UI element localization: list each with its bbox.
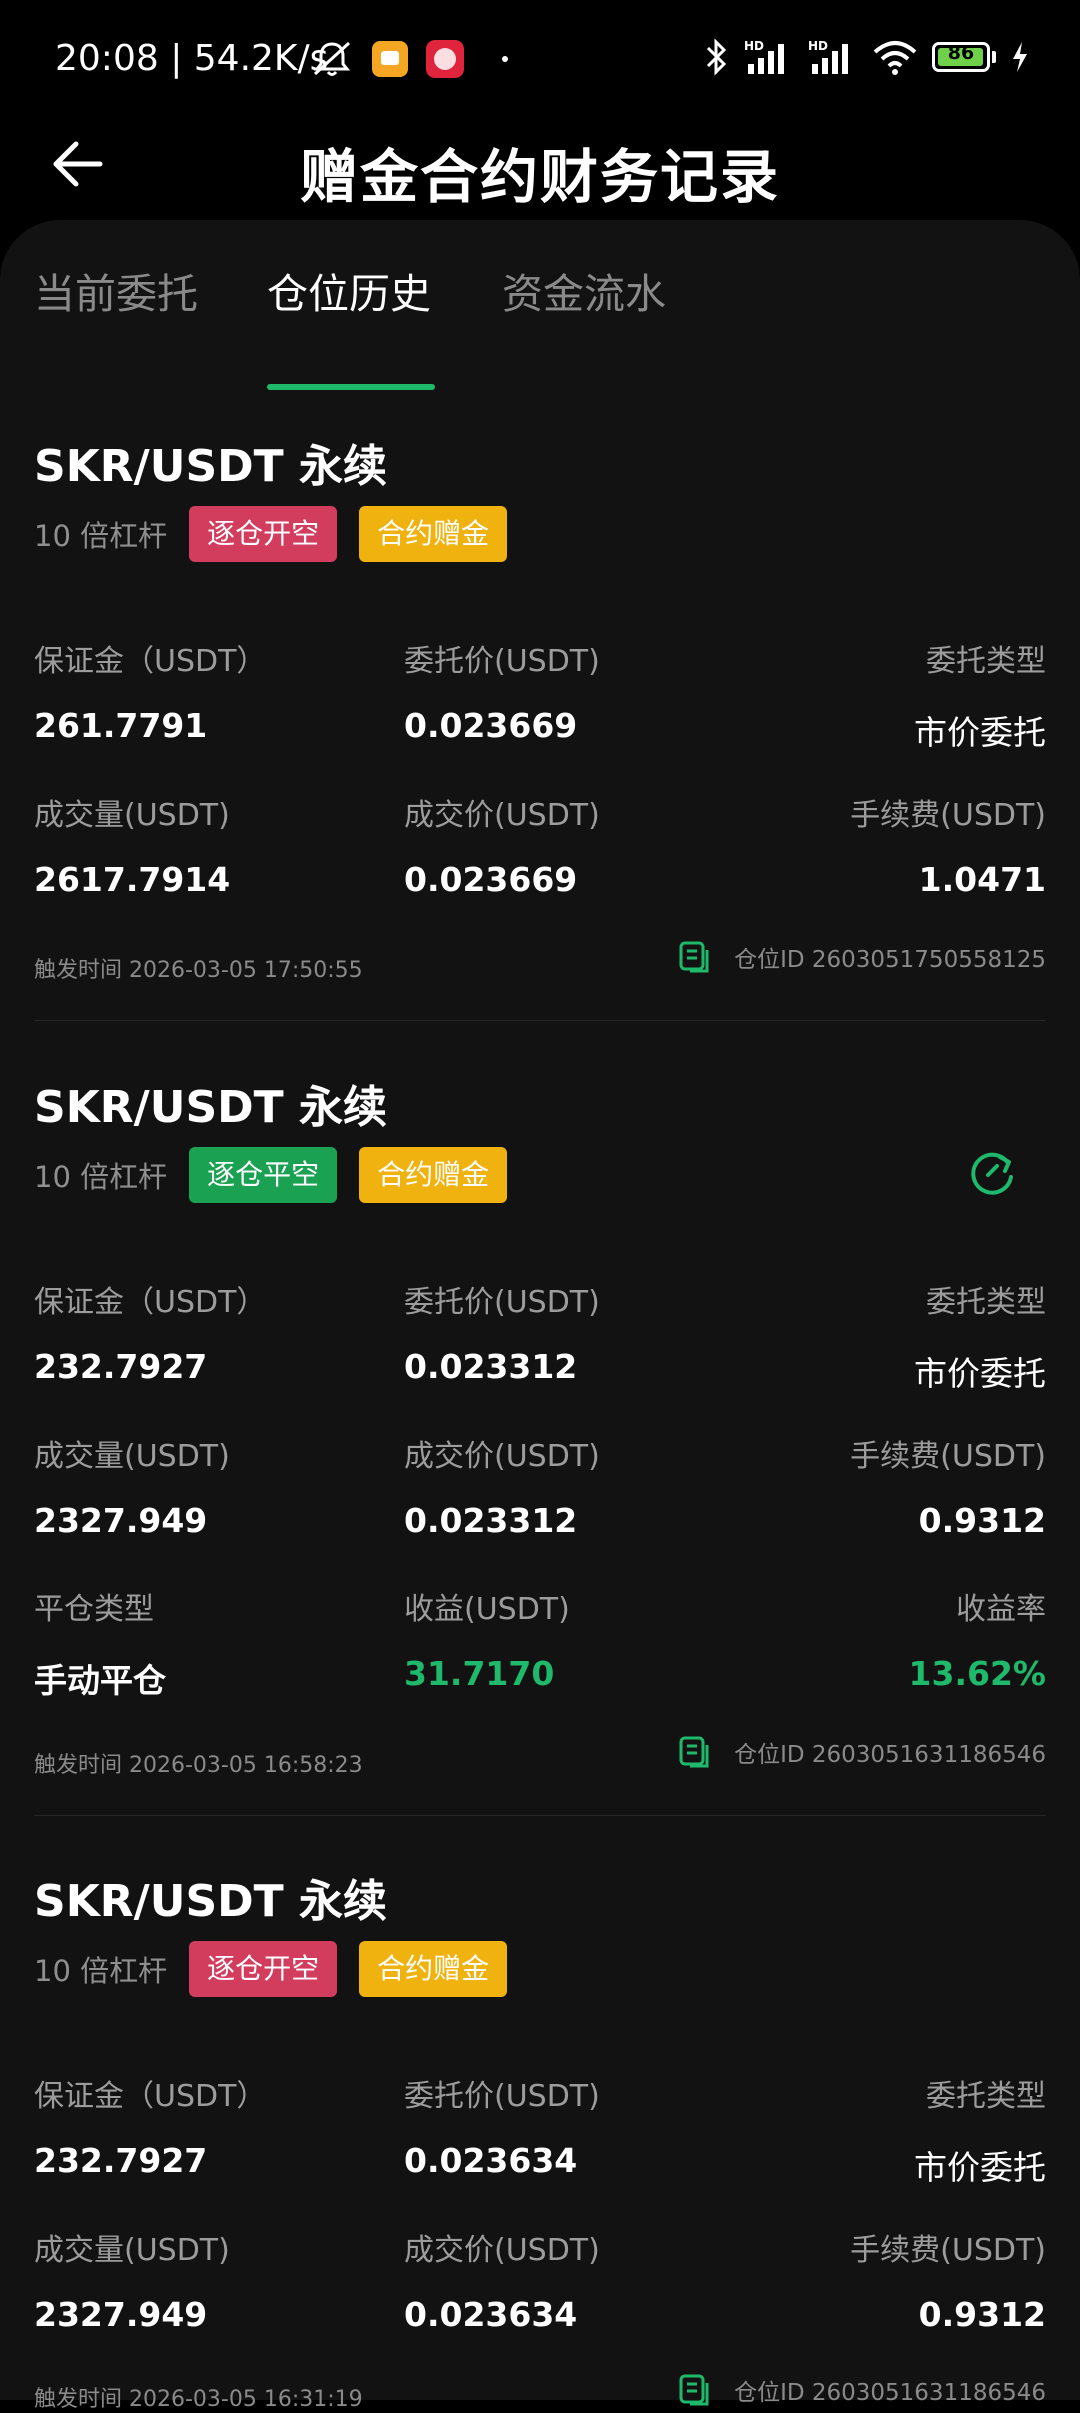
signal-hd-icon: HD — [744, 39, 784, 74]
app-notification-icon — [426, 40, 464, 78]
trigger-time: 触发时间 2026-03-05 16:58:23 — [34, 1753, 363, 1778]
volume-value: 2617.7914 — [34, 860, 231, 899]
order-type-field: 委托类型 市价委托 — [706, 1277, 1046, 1395]
order-type-value: 市价委托 — [914, 1354, 1046, 1393]
charging-icon — [1013, 42, 1027, 72]
order-type-value: 市价委托 — [914, 713, 1046, 752]
position-id-row[interactable]: 仓位ID 2603051631186546 — [678, 2373, 1046, 2407]
position-id-row[interactable]: 仓位ID 2603051750558125 — [678, 940, 1046, 974]
position-id: 仓位ID 2603051631186546 — [734, 2380, 1046, 2406]
trigger-time: 触发时间 2026-03-05 16:31:19 — [34, 2387, 363, 2412]
margin-field: 保证金（USDT） 232.7927 — [34, 2071, 374, 2180]
leverage-label: 10 倍杠杆 — [34, 1160, 168, 1194]
system-icons: HD HD 86 — [704, 38, 1030, 76]
fill-price-value: 0.023669 — [404, 860, 578, 899]
fee-value: 0.9312 — [918, 1501, 1046, 1540]
pair-title: SKR/USDT 永续 — [34, 1876, 388, 1927]
fee-value: 1.0471 — [918, 860, 1046, 899]
fee-field: 手续费(USDT) 0.9312 — [706, 2225, 1046, 2334]
header: 赠金合约财务记录 — [0, 120, 1080, 220]
action-tag: 逐仓开空 — [189, 1941, 338, 1997]
copy-icon[interactable] — [678, 2373, 712, 2407]
app-notification-icon — [372, 41, 408, 77]
wifi-icon — [873, 41, 917, 75]
status-bar: 20:08 | 54.2K/s HD HD 86 — [0, 0, 1080, 120]
bonus-tag: 合约赠金 — [359, 1147, 508, 1203]
volume-field: 成交量(USDT) 2327.949 — [34, 2225, 374, 2334]
share-refresh-icon[interactable] — [964, 1145, 1020, 1201]
copy-icon[interactable] — [678, 940, 712, 974]
pnl-rate-value: 13.62% — [908, 1654, 1046, 1693]
pair-title: SKR/USDT 永续 — [34, 441, 388, 492]
divider — [34, 1815, 1046, 1816]
margin-value: 261.7791 — [34, 706, 208, 745]
volume-value: 2327.949 — [34, 2295, 208, 2334]
svg-text:HD: HD — [808, 39, 828, 53]
close-type-field: 平仓类型 手动平仓 — [34, 1584, 374, 1702]
close-type-value: 手动平仓 — [34, 1661, 166, 1700]
bonus-tag: 合约赠金 — [359, 1941, 508, 1997]
fee-field: 手续费(USDT) 0.9312 — [706, 1431, 1046, 1540]
copy-icon[interactable] — [678, 1735, 712, 1769]
position-id-row[interactable]: 仓位ID 2603051631186546 — [678, 1735, 1046, 1769]
trigger-time: 触发时间 2026-03-05 17:50:55 — [34, 958, 363, 983]
fee-value: 0.9312 — [918, 2295, 1046, 2334]
volume-field: 成交量(USDT) 2617.7914 — [34, 790, 374, 899]
margin-value: 232.7927 — [34, 2141, 208, 2180]
tab-position-history[interactable]: 仓位历史 — [267, 260, 431, 320]
order-price-value: 0.023634 — [404, 2141, 578, 2180]
action-tag: 逐仓平空 — [189, 1147, 338, 1203]
tab-fund-flow[interactable]: 资金流水 — [502, 260, 666, 320]
order-type-field: 委托类型 市价委托 — [706, 636, 1046, 754]
margin-field: 保证金（USDT） 232.7927 — [34, 1277, 374, 1386]
notification-icons — [310, 40, 508, 78]
record-meta: 10 倍杠杆 逐仓平空 合约赠金 — [34, 1147, 529, 1203]
volume-value: 2327.949 — [34, 1501, 208, 1540]
fill-price-value: 0.023312 — [404, 1501, 578, 1540]
position-id: 仓位ID 2603051631186546 — [734, 1742, 1046, 1768]
order-price-field: 委托价(USDT) 0.023312 — [404, 1277, 744, 1386]
mute-bell-icon — [313, 41, 351, 76]
pair-title: SKR/USDT 永续 — [34, 1082, 388, 1133]
pnl-rate-field: 收益率 13.62% — [706, 1584, 1046, 1693]
leverage-label: 10 倍杠杆 — [34, 519, 168, 553]
signal-hd-icon: HD — [808, 39, 848, 74]
margin-value: 232.7927 — [34, 1347, 208, 1386]
active-tab-indicator — [267, 384, 435, 390]
leverage-label: 10 倍杠杆 — [34, 1954, 168, 1988]
battery-level: 86 — [947, 42, 975, 64]
tab-bar: 当前委托 仓位历史 资金流水 — [0, 260, 1080, 390]
page-title: 赠金合约财务记录 — [299, 143, 780, 211]
more-notifications-dot — [502, 56, 508, 62]
action-tag: 逐仓开空 — [189, 506, 338, 562]
fill-price-field: 成交价(USDT) 0.023634 — [404, 2225, 744, 2334]
fee-field: 手续费(USDT) 1.0471 — [706, 790, 1046, 899]
svg-text:HD: HD — [744, 39, 764, 53]
order-price-value: 0.023669 — [404, 706, 578, 745]
record-meta: 10 倍杠杆 逐仓开空 合约赠金 — [34, 506, 529, 562]
order-type-field: 委托类型 市价委托 — [706, 2071, 1046, 2189]
volume-field: 成交量(USDT) 2327.949 — [34, 1431, 374, 1540]
battery-icon: 86 — [932, 42, 990, 72]
bluetooth-icon — [706, 38, 727, 76]
record-meta: 10 倍杠杆 逐仓开空 合约赠金 — [34, 1941, 529, 1997]
content-sheet: 当前委托 仓位历史 资金流水 SKR/USDT 永续 10 倍杠杆 逐仓开空 合… — [0, 220, 1080, 2412]
tab-current-orders[interactable]: 当前委托 — [34, 260, 198, 320]
bonus-tag: 合约赠金 — [359, 506, 508, 562]
position-id: 仓位ID 2603051750558125 — [734, 947, 1046, 973]
fill-price-field: 成交价(USDT) 0.023312 — [404, 1431, 744, 1540]
pnl-value: 31.7170 — [404, 1654, 555, 1693]
fill-price-field: 成交价(USDT) 0.023669 — [404, 790, 744, 899]
order-price-field: 委托价(USDT) 0.023634 — [404, 2071, 744, 2180]
margin-field: 保证金（USDT） 261.7791 — [34, 636, 374, 745]
pnl-field: 收益(USDT) 31.7170 — [404, 1584, 744, 1693]
order-price-value: 0.023312 — [404, 1347, 578, 1386]
order-price-field: 委托价(USDT) 0.023669 — [404, 636, 744, 745]
order-type-value: 市价委托 — [914, 2148, 1046, 2187]
fill-price-value: 0.023634 — [404, 2295, 578, 2334]
divider — [34, 1020, 1046, 1021]
status-time: 20:08 | 54.2K/s — [55, 38, 329, 79]
